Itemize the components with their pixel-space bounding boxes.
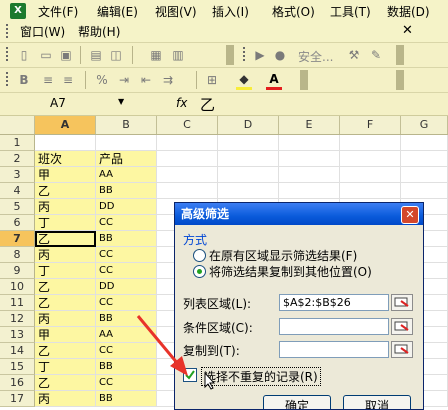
- annotation-arrow: [136, 315, 188, 376]
- mouse-cursor-icon: [204, 372, 216, 390]
